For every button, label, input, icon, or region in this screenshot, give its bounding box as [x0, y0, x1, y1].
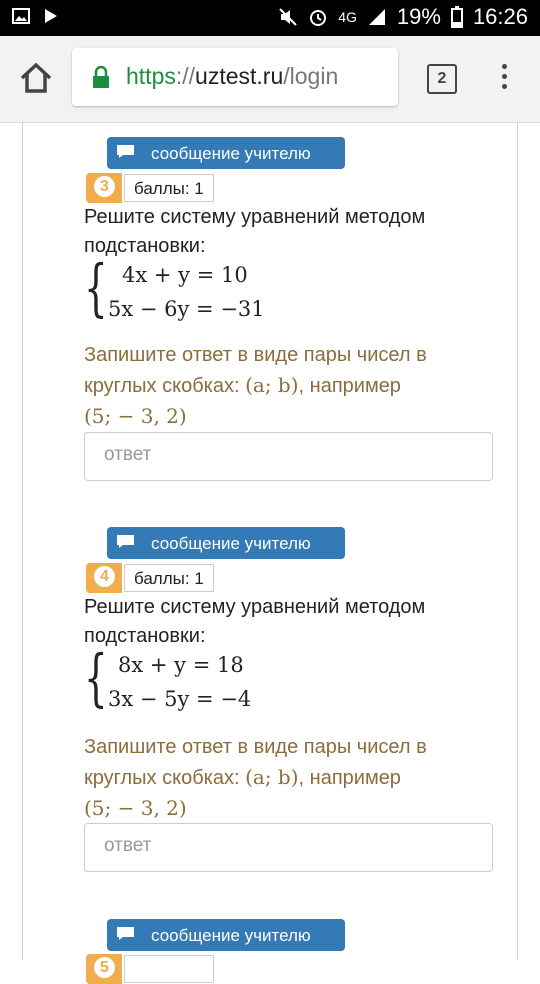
battery-icon	[450, 6, 463, 28]
message-teacher-button[interactable]: сообщение учителю	[107, 919, 345, 951]
points-label: баллы: 1	[124, 564, 214, 592]
message-teacher-button[interactable]: сообщение учителю	[107, 527, 345, 559]
hint-suffix: , например	[298, 767, 401, 789]
equation-2: 3x − 5y = −4	[108, 687, 252, 711]
hint-pair: (a; b)	[245, 765, 299, 789]
question-number: 5	[94, 957, 115, 978]
browser-toolbar: https://uztest.ru/login 2	[0, 36, 540, 123]
lock-icon	[93, 66, 109, 88]
answer-format-hint: Запишите ответ в виде пары чисел в кругл…	[84, 340, 504, 432]
question-text: Решите систему уравнений методом подстан…	[84, 596, 426, 647]
url-scheme: https	[126, 63, 176, 89]
url-text: https://uztest.ru/login	[126, 63, 338, 90]
question-number: 4	[94, 566, 115, 587]
answer-input[interactable]: ответ	[84, 823, 493, 872]
content-border-left	[22, 122, 23, 960]
network-type: 4G	[338, 9, 357, 25]
comment-icon	[117, 535, 134, 548]
hint-example: (5; − 3, 2)	[84, 796, 187, 820]
equation-1: 8x + y = 18	[118, 653, 244, 677]
comment-icon	[117, 145, 134, 158]
url-separator: ://	[175, 63, 196, 89]
points-label: баллы: 1	[124, 174, 214, 202]
home-icon[interactable]	[18, 60, 54, 96]
address-bar[interactable]: https://uztest.ru/login	[72, 48, 398, 106]
question-number-badge: 5	[86, 954, 122, 984]
signal-icon	[368, 9, 385, 25]
equation-2: 5x − 6y = −31	[108, 297, 265, 321]
comment-icon	[117, 927, 134, 940]
battery-percent: 19%	[396, 4, 441, 29]
message-teacher-label: сообщение учителю	[151, 926, 311, 945]
url-host: uztest.ru	[195, 63, 284, 89]
gallery-icon	[12, 8, 30, 24]
status-bar: 4G 19% 16:26	[0, 0, 540, 36]
equation-system: { 8x + y = 18 3x − 5y = −4	[84, 647, 324, 721]
points-label	[124, 955, 214, 983]
url-path: /login	[283, 63, 339, 89]
hint-pair: (a; b)	[245, 373, 299, 397]
mute-icon	[279, 8, 297, 26]
equation-1: 4x + y = 10	[122, 263, 248, 287]
answer-format-hint: Запишите ответ в виде пары чисел в кругл…	[84, 732, 504, 824]
answer-input[interactable]: ответ	[84, 432, 493, 481]
equation-system: { 4x + y = 10 5x − 6y = −31	[84, 257, 324, 331]
tab-switcher-button[interactable]: 2	[427, 64, 457, 94]
overflow-menu-icon[interactable]	[498, 64, 510, 94]
question-number-badge: 4	[86, 563, 122, 593]
system-brace: {	[84, 251, 108, 324]
page-content: сообщение учителю 3 баллы: 1 Решите сист…	[0, 122, 540, 984]
message-teacher-button[interactable]: сообщение учителю	[107, 137, 345, 169]
message-teacher-label: сообщение учителю	[151, 144, 311, 163]
question-text: Решите систему уравнений методом подстан…	[84, 206, 426, 257]
play-icon	[45, 9, 57, 23]
system-brace: {	[84, 641, 108, 714]
hint-suffix: , например	[298, 375, 401, 397]
alarm-icon	[310, 10, 327, 26]
clock: 16:26	[472, 4, 528, 29]
message-teacher-label: сообщение учителю	[151, 534, 311, 553]
question-number: 3	[94, 176, 115, 197]
question-number-badge: 3	[86, 173, 122, 203]
content-border-right	[517, 122, 518, 960]
hint-example: (5; − 3, 2)	[84, 404, 187, 428]
